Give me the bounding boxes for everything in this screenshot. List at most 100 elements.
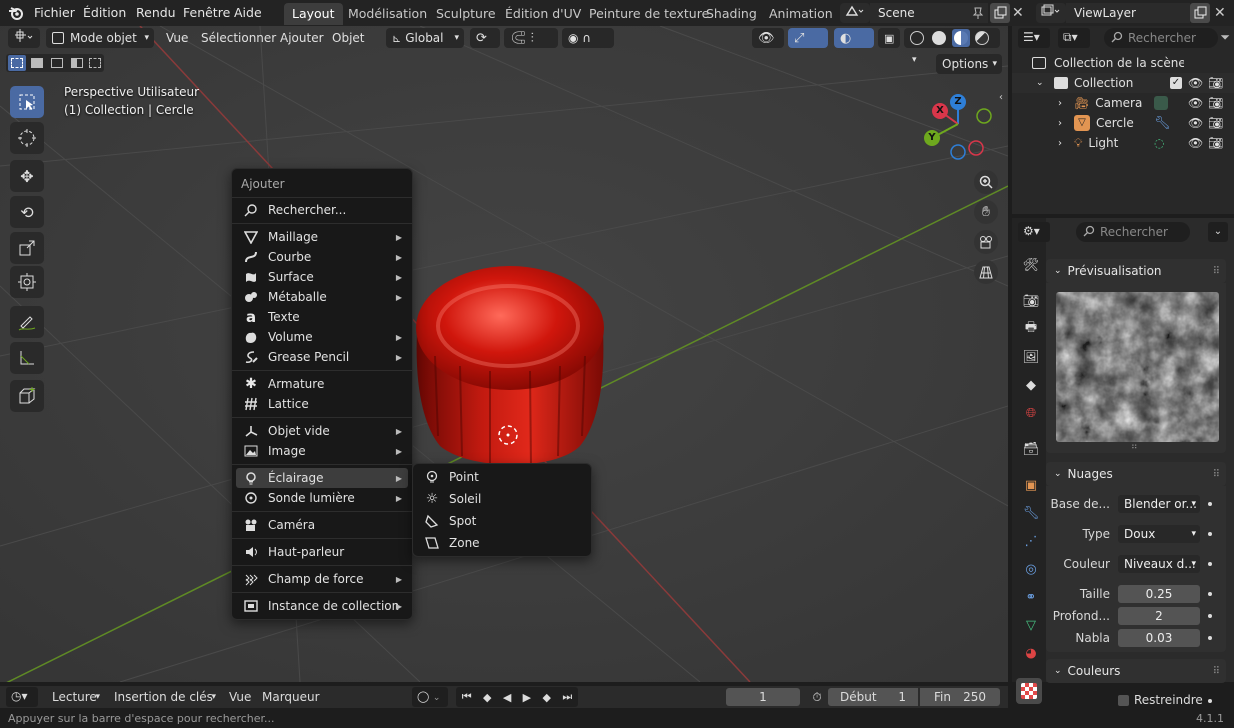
view-layer-type-icon[interactable] <box>1036 3 1066 23</box>
pan-hand-icon[interactable]: ✋︎ <box>974 200 998 224</box>
render-camera-icon[interactable]: 📷︎ <box>1208 76 1223 90</box>
menu-fichier[interactable]: Fichier <box>34 5 75 20</box>
current-frame-field[interactable]: 1 <box>726 688 800 706</box>
timeline-menu-vue[interactable]: Vue <box>229 690 251 704</box>
timeline-editor-type-icon[interactable]: ◷▾ <box>6 687 38 707</box>
object-tab-icon[interactable]: ▣ <box>1018 472 1044 498</box>
menu-item-eclairage[interactable]: Éclairage ▶ <box>236 468 408 488</box>
chevron-right-icon[interactable]: › <box>1058 118 1068 129</box>
tab-shading[interactable]: Shading <box>698 3 765 25</box>
nabla-field[interactable]: 0.03 <box>1118 629 1200 647</box>
select-extend-icon[interactable] <box>28 55 46 71</box>
select-intersect-icon[interactable] <box>86 55 104 71</box>
collapse-sidebar-icon[interactable]: ‹ <box>999 92 1003 103</box>
proportional-editing-icon[interactable]: ◉ ∩ <box>562 28 614 48</box>
resize-handle-icon[interactable]: ⠶ <box>1131 442 1138 452</box>
menu-item-courbe[interactable]: Courbe ▶ <box>236 247 408 267</box>
particles-tab-icon[interactable]: ⋰ <box>1018 528 1044 554</box>
keyframe-dot-icon[interactable] <box>1208 699 1212 703</box>
timeline-menu-marqueur[interactable]: Marqueur <box>262 690 320 704</box>
menu-aide[interactable]: Aide <box>234 5 262 20</box>
keyframe-dot-icon[interactable] <box>1208 532 1212 536</box>
menu-item-surface[interactable]: Surface ▶ <box>236 267 408 287</box>
drag-handle-icon[interactable]: ⠿ <box>1213 666 1220 677</box>
rotate-tool[interactable]: ⟲ <box>10 196 44 228</box>
prev-keyframe-icon[interactable]: ◆ <box>483 691 491 704</box>
start-frame-field[interactable]: Début 1 <box>828 688 918 706</box>
menu-item-sonde-lumiere[interactable]: Sonde lumière ▶ <box>236 488 408 508</box>
playback-menu[interactable]: Lecture ▾ <box>46 687 104 707</box>
outliner-row-cercle[interactable]: › ▽ Cercle 🔧︎ 👁︎ 📷︎ <box>1012 113 1234 133</box>
outliner-row-collection[interactable]: ⌄ Collection ✓ 👁︎ 📷︎ <box>1012 73 1234 93</box>
pin-icon[interactable] <box>972 6 984 23</box>
menu-item-search[interactable]: Rechercher... <box>236 200 408 220</box>
menu-rendu[interactable]: Rendu <box>136 5 176 20</box>
constraints-tab-icon[interactable]: ⚭ <box>1018 584 1044 610</box>
select-invert-icon[interactable] <box>68 55 86 71</box>
jump-start-icon[interactable]: ⏮︎ <box>462 690 472 704</box>
menu-fenetre[interactable]: Fenêtre <box>183 5 230 20</box>
add-cube-tool[interactable] <box>10 380 44 412</box>
select-box-tool[interactable] <box>10 86 44 118</box>
eye-icon[interactable]: 👁︎ <box>1188 116 1203 130</box>
menu-ajouter[interactable]: Ajouter <box>274 28 330 48</box>
menu-item-haut-parleur[interactable]: Haut-parleur <box>236 542 408 562</box>
play-reverse-icon[interactable]: ◀ <box>503 691 511 704</box>
gizmo-toggle-icon[interactable]: ⤢ <box>788 28 828 48</box>
visibility-eye-icon[interactable]: 👁︎ <box>752 28 784 48</box>
solid-shading-icon[interactable] <box>931 31 946 45</box>
scene-type-icon[interactable] <box>840 3 870 23</box>
collection-tab-icon[interactable]: 🗃︎ <box>1018 436 1044 462</box>
close-icon[interactable]: ✕ <box>1214 5 1226 21</box>
chevron-down-icon[interactable]: ▾ <box>912 55 917 65</box>
scale-tool[interactable] <box>10 232 44 264</box>
keyframe-dot-icon[interactable] <box>1208 614 1212 618</box>
view-layer-name-field[interactable]: ViewLayer <box>1066 3 1190 23</box>
outliner-row-scene-collection[interactable]: Collection de la scène <box>1012 53 1234 73</box>
transform-tool[interactable] <box>10 266 44 298</box>
depth-field[interactable]: 2 <box>1118 607 1200 625</box>
tab-edition-uv[interactable]: Édition d'UV <box>497 3 589 25</box>
play-icon[interactable]: ▶ <box>523 691 531 704</box>
menu-item-volume[interactable]: Volume ▶ <box>236 327 408 347</box>
chevron-down-icon[interactable]: ⌄ <box>1208 222 1228 242</box>
size-field[interactable]: 0.25 <box>1118 585 1200 603</box>
view-layer-tab-icon[interactable]: 🖼︎ <box>1018 344 1044 370</box>
select-new-icon[interactable] <box>8 55 26 71</box>
close-icon[interactable]: ✕ <box>1012 5 1024 21</box>
overlays-icon[interactable]: ◐ <box>834 28 874 48</box>
scene-selector[interactable]: Scene ✕ <box>840 3 1030 23</box>
properties-editor-type-icon[interactable]: ⚙▾ <box>1018 222 1050 242</box>
modifier-tab-icon[interactable]: 🔧︎ <box>1018 500 1044 526</box>
menu-item-image[interactable]: Image ▶ <box>236 441 408 461</box>
wireframe-shading-icon[interactable] <box>910 31 924 45</box>
keying-menu[interactable]: Insertion de clés ▾ <box>108 687 220 707</box>
clouds-panel-header[interactable]: ⌄ Nuages ⠿ <box>1046 462 1226 486</box>
world-tab-icon[interactable]: 🌐︎ <box>1018 400 1044 426</box>
tab-peinture-texture[interactable]: Peinture de texture <box>581 3 717 25</box>
menu-vue[interactable]: Vue <box>160 28 194 48</box>
3d-viewport[interactable]: Mode objet ▾ Vue Sélectionner Ajouter Obj… <box>0 26 1008 682</box>
keyframe-dot-icon[interactable] <box>1208 562 1212 566</box>
camera-view-icon[interactable] <box>974 230 998 254</box>
cursor-tool[interactable] <box>10 122 44 154</box>
chevron-right-icon[interactable]: › <box>1058 98 1068 109</box>
scene-tab-icon[interactable]: ◆ <box>1018 372 1044 398</box>
pivot-point-icon[interactable]: ⟳ <box>470 28 500 48</box>
menu-item-camera[interactable]: Caméra <box>236 515 408 535</box>
submenu-item-spot[interactable]: Spot <box>417 511 587 531</box>
menu-selectionner[interactable]: Sélectionner <box>195 28 282 48</box>
tab-layout[interactable]: Layout <box>284 3 343 25</box>
menu-item-texte[interactable]: a Texte <box>236 307 408 327</box>
stopwatch-icon[interactable]: ⏱︎ <box>808 688 826 706</box>
zoom-icon[interactable] <box>974 170 998 194</box>
menu-item-objet-vide[interactable]: Objet vide ▶ <box>236 421 408 441</box>
annotate-tool[interactable] <box>10 306 44 338</box>
menu-item-lattice[interactable]: Lattice <box>236 394 408 414</box>
material-shading-icon[interactable] <box>951 29 970 47</box>
texture-tab-active[interactable] <box>1016 678 1042 704</box>
select-subtract-icon[interactable] <box>48 55 66 71</box>
xray-icon[interactable]: ▣ <box>878 28 900 48</box>
tool-tab-icon[interactable]: 🛠︎ <box>1018 252 1044 278</box>
menu-item-grease-pencil[interactable]: Grease Pencil ▶ <box>236 347 408 367</box>
